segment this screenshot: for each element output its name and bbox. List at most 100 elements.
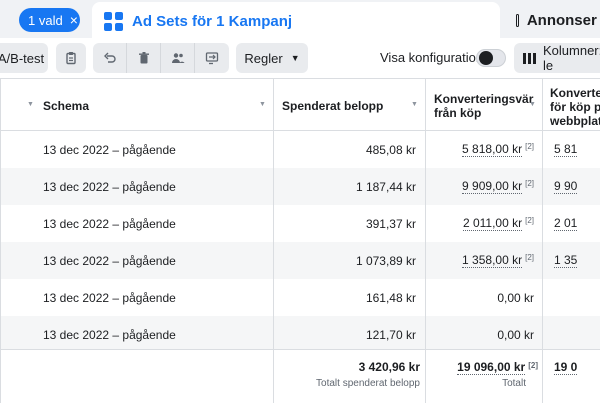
header-conv-web-line2: för köp på: [550, 100, 600, 114]
toolbar: A/B-test Regler ▼ Visa konfiguration Kol…: [0, 38, 600, 78]
spent-cell: 485,08 kr: [365, 142, 416, 157]
selected-count-label: 1 vald: [28, 12, 63, 28]
spent-cell: 391,37 kr: [365, 216, 416, 231]
trash-icon: [138, 52, 149, 64]
header-conv-value-line1: Konverteringsvär: [434, 92, 534, 106]
column-divider: [273, 79, 274, 403]
people-icon: [171, 53, 184, 63]
table-row[interactable]: 13 dec 2022 – pågående 485,08 kr 5 818,0…: [0, 131, 600, 168]
schedule-cell: 13 dec 2022 – pågående: [43, 179, 176, 194]
conv-value-cell: 9 909,00 kr [2]: [426, 168, 534, 205]
conv-web-amount[interactable]: 2 01: [554, 216, 578, 231]
table-row[interactable]: 13 dec 2022 – pågående 161,48 kr 0,00 kr: [0, 279, 600, 316]
tab-ad-sets-label: Ad Sets för 1 Kampanj: [132, 12, 293, 30]
total-conv-value-amount[interactable]: 19 096,00 kr: [457, 360, 526, 375]
conv-web-cell: 9 90: [554, 168, 578, 205]
selected-count-pill[interactable]: 1 vald ×: [19, 8, 80, 32]
conv-value-cell: 1 358,00 kr [2]: [426, 242, 534, 279]
conv-web-amount[interactable]: 9 90: [554, 179, 578, 194]
total-conv-value: 19 096,00 kr [2]: [426, 360, 538, 375]
spent-cell: 121,70 kr: [365, 327, 416, 342]
audience-button[interactable]: [161, 43, 195, 73]
show-config-label: Visa konfiguration: [380, 50, 484, 65]
schedule-cell: 13 dec 2022 – pågående: [43, 327, 176, 342]
conv-value-cell: 2 011,00 kr [2]: [426, 205, 534, 242]
spent-cell: 161,48 kr: [365, 290, 416, 305]
schedule-cell: 13 dec 2022 – pågående: [43, 290, 176, 305]
ab-test-button[interactable]: A/B-test: [0, 43, 48, 73]
header-conv-value-line2: från köp: [434, 106, 482, 120]
swap-icon: [205, 52, 219, 65]
header-conv-web-line3: webbplats: [550, 114, 600, 128]
total-conv-web-amount[interactable]: 19 0: [554, 360, 578, 375]
conv-value-cell: 0,00 kr: [426, 316, 534, 353]
sort-icon[interactable]: ▼: [27, 101, 34, 108]
table-row[interactable]: 13 dec 2022 – pågående 121,70 kr 0,00 kr: [0, 316, 600, 353]
columns-dropdown[interactable]: Kolumner: le: [514, 43, 600, 73]
schedule-cell: 13 dec 2022 – pågående: [43, 216, 176, 231]
conv-web-cell: 5 81: [554, 131, 578, 168]
grid-icon: [104, 11, 123, 31]
header-spent[interactable]: Spenderat belopp: [282, 99, 383, 113]
rules-dropdown[interactable]: Regler ▼: [236, 43, 308, 73]
header-conv-web-line1: Konverter: [550, 86, 600, 100]
schedule-cell: 13 dec 2022 – pågående: [43, 253, 176, 268]
spent-cell: 1 187,44 kr: [355, 179, 416, 194]
total-conv-value-label: Totalt: [502, 378, 526, 389]
conv-value-amount[interactable]: 9 909,00 kr: [462, 179, 523, 194]
sort-icon[interactable]: ▼: [529, 101, 536, 108]
ad-sets-table: ▼ Schema ▼ Spenderat belopp ▼ Konverteri…: [0, 78, 600, 403]
header-schedule[interactable]: Schema: [43, 99, 89, 113]
rules-label: Regler: [244, 50, 283, 66]
tab-strip: 1 vald × Ad Sets för 1 Kampanj Annonser …: [0, 0, 600, 40]
table-header: ▼ Schema ▼ Spenderat belopp ▼ Konverteri…: [0, 79, 600, 131]
preview-button[interactable]: [195, 43, 229, 73]
conv-value-note: [2]: [525, 142, 534, 151]
conv-value-cell: 5 818,00 kr [2]: [426, 131, 534, 168]
header-conv-web[interactable]: Konverter för köp på webbplats: [550, 86, 600, 128]
conv-value-amount[interactable]: 5 818,00 kr: [462, 142, 523, 157]
total-spent: 3 420,96 kr: [358, 360, 420, 374]
ad-icon: [516, 13, 519, 27]
conv-value-note: [2]: [525, 216, 534, 225]
column-divider: [542, 79, 543, 403]
table-row[interactable]: 13 dec 2022 – pågående 391,37 kr 2 011,0…: [0, 205, 600, 242]
sort-icon[interactable]: ▼: [259, 101, 266, 108]
conv-value-note: [2]: [525, 253, 534, 262]
conv-value-amount[interactable]: 1 358,00 kr: [462, 253, 523, 268]
edit-button-group: [93, 43, 229, 73]
columns-icon: [523, 52, 536, 64]
conv-value-amount: 0,00 kr: [497, 327, 534, 342]
total-conv-web: 19 0: [554, 360, 578, 375]
spent-cell: 1 073,89 kr: [355, 253, 416, 268]
conv-value-amount[interactable]: 2 011,00 kr: [462, 216, 523, 231]
duplicate-button[interactable]: [56, 43, 86, 73]
conv-web-cell: 1 35: [554, 242, 578, 279]
conv-value-amount: 0,00 kr: [497, 290, 534, 305]
table-row[interactable]: 13 dec 2022 – pågående 1 187,44 kr 9 909…: [0, 168, 600, 205]
undo-icon: [103, 52, 116, 63]
tab-ad-sets[interactable]: Ad Sets för 1 Kampanj: [92, 2, 500, 40]
total-spent-label: Totalt spenderat belopp: [316, 378, 420, 389]
delete-button[interactable]: [127, 43, 161, 73]
close-icon[interactable]: ×: [70, 13, 78, 27]
undo-button[interactable]: [93, 43, 127, 73]
column-divider: [0, 79, 1, 403]
tab-ads[interactable]: Annonser f: [506, 2, 600, 38]
table-row[interactable]: 13 dec 2022 – pågående 1 073,89 kr 1 358…: [0, 242, 600, 279]
ab-test-label: A/B-test: [0, 50, 45, 66]
conv-web-amount[interactable]: 1 35: [554, 253, 578, 268]
tab-ads-label: Annonser f: [526, 11, 600, 29]
conv-value-cell: 0,00 kr: [426, 279, 534, 316]
show-config-toggle[interactable]: [476, 49, 506, 67]
totals-row: 3 420,96 kr Totalt spenderat belopp 19 0…: [0, 349, 600, 403]
sort-icon[interactable]: ▼: [411, 101, 418, 108]
header-conv-value[interactable]: Konverteringsvär från köp: [434, 92, 533, 120]
total-conv-value-note: [2]: [528, 361, 538, 370]
conv-web-cell: 2 01: [554, 205, 578, 242]
conv-web-amount[interactable]: 5 81: [554, 142, 578, 157]
caret-down-icon: ▼: [290, 53, 300, 63]
column-divider: [425, 79, 426, 403]
toggle-knob: [479, 51, 493, 65]
conv-value-note: [2]: [525, 179, 534, 188]
